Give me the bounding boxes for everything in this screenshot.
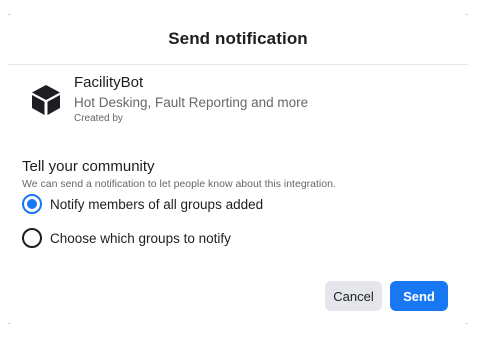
- send-notification-dialog: Send notification FacilityBot Hot Deskin…: [8, 14, 468, 324]
- option-notify-all-groups[interactable]: Notify members of all groups added: [22, 194, 263, 214]
- section-description: We can send a notification to let people…: [22, 178, 336, 190]
- app-name: FacilityBot: [74, 74, 144, 91]
- app-created-by: Created by: [74, 113, 123, 124]
- radio-dot: [27, 199, 37, 209]
- cancel-button[interactable]: Cancel: [325, 281, 382, 311]
- cube-icon-graphic: [32, 85, 60, 115]
- app-info: FacilityBot Hot Desking, Fault Reporting…: [24, 74, 308, 126]
- dialog-corner: [8, 323, 11, 324]
- option-choose-groups[interactable]: Choose which groups to notify: [22, 228, 231, 248]
- section-heading: Tell your community: [22, 158, 155, 175]
- dialog-title: Send notification: [168, 29, 308, 48]
- dialog-corner: [465, 323, 468, 324]
- dialog-header: Send notification: [8, 14, 468, 65]
- radio-unselected[interactable]: [22, 228, 42, 248]
- cube-icon: [24, 78, 68, 122]
- option-label: Notify members of all groups added: [50, 196, 264, 212]
- send-button[interactable]: Send: [390, 281, 448, 311]
- app-description: Hot Desking, Fault Reporting and more: [74, 95, 309, 110]
- radio-selected[interactable]: [22, 194, 42, 214]
- option-label: Choose which groups to notify: [50, 230, 231, 246]
- app-meta: FacilityBot Hot Desking, Fault Reporting…: [74, 74, 308, 126]
